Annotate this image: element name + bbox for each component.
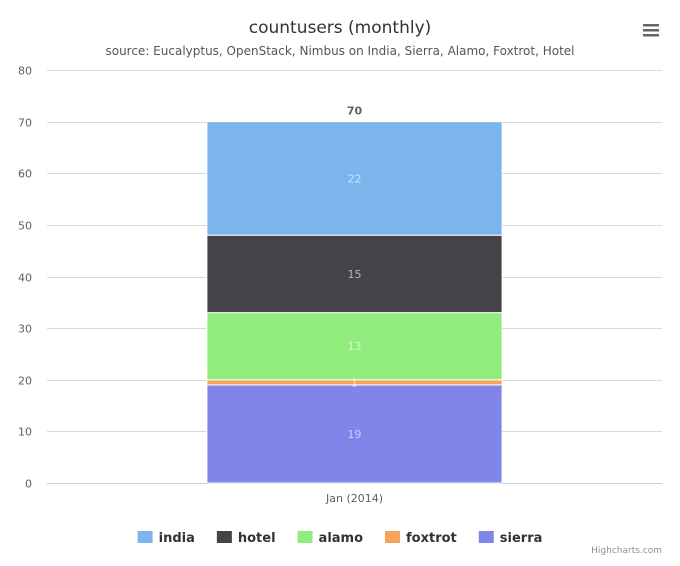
legend-swatch bbox=[385, 531, 401, 543]
data-label-sierra: 19 bbox=[348, 428, 362, 441]
y-tick-label: 0 bbox=[25, 478, 32, 491]
legend-swatch bbox=[137, 531, 153, 543]
y-tick-label: 30 bbox=[18, 323, 32, 336]
y-axis: 0 10 20 30 40 50 60 70 80 bbox=[18, 65, 32, 491]
legend-label: alamo bbox=[319, 531, 364, 546]
data-label-foxtrot: 1 bbox=[351, 376, 358, 389]
legend-swatch bbox=[216, 531, 232, 543]
legend-item-sierra[interactable]: sierra bbox=[478, 531, 543, 546]
y-tick-label: 10 bbox=[18, 426, 32, 439]
y-tick-label: 50 bbox=[18, 220, 32, 233]
data-label-india: 22 bbox=[348, 172, 362, 185]
chart-subtitle: source: Eucalyptus, OpenStack, Nimbus on… bbox=[105, 44, 574, 58]
x-axis: Jan (2014) bbox=[325, 492, 383, 505]
legend-item-alamo[interactable]: alamo bbox=[297, 531, 364, 546]
y-tick-label: 40 bbox=[18, 272, 32, 285]
stack-total-label: 70 bbox=[347, 105, 363, 118]
legend-label: hotel bbox=[238, 531, 276, 546]
chart-root: countusers (monthly) source: Eucalyptus,… bbox=[18, 18, 664, 556]
legend-label: india bbox=[159, 531, 195, 546]
y-tick-label: 60 bbox=[18, 168, 32, 181]
legend-item-foxtrot[interactable]: foxtrot bbox=[385, 531, 457, 546]
y-tick-label: 80 bbox=[18, 65, 32, 78]
y-tick-label: 20 bbox=[18, 375, 32, 388]
context-menu-button[interactable] bbox=[638, 18, 664, 40]
y-tick-label: 70 bbox=[18, 117, 32, 130]
credits-link[interactable]: Highcharts.com bbox=[591, 546, 662, 556]
x-tick-label: Jan (2014) bbox=[325, 492, 383, 505]
data-label-hotel: 15 bbox=[348, 268, 362, 281]
legend: india hotel alamo foxtrot sierra bbox=[137, 531, 543, 546]
chart-title: countusers (monthly) bbox=[249, 18, 432, 38]
legend-swatch bbox=[297, 531, 313, 543]
legend-item-hotel[interactable]: hotel bbox=[216, 531, 276, 546]
data-label-alamo: 13 bbox=[348, 340, 362, 353]
legend-item-india[interactable]: india bbox=[137, 531, 195, 546]
legend-label: sierra bbox=[500, 531, 543, 546]
legend-label: foxtrot bbox=[406, 531, 457, 546]
hamburger-menu-icon bbox=[643, 24, 659, 37]
legend-swatch bbox=[478, 531, 494, 543]
